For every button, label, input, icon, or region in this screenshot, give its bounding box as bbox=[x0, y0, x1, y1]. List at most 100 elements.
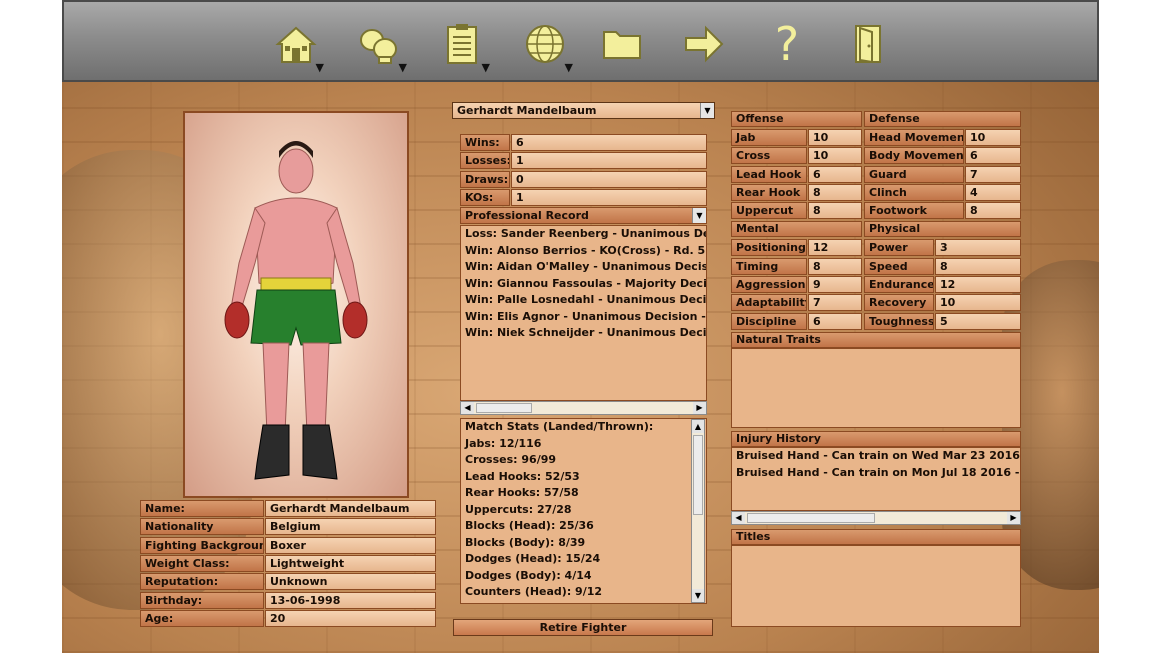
retire-fighter-button[interactable]: Retire Fighter bbox=[453, 619, 713, 636]
scroll-right-icon[interactable]: ▶ bbox=[1007, 512, 1020, 524]
mental-value-aggression: 9 bbox=[808, 276, 862, 293]
list-item: Rear Hooks: 57/58 bbox=[465, 486, 579, 499]
professional-record-hscrollbar[interactable]: ◀ ▶ bbox=[460, 401, 707, 415]
clipboard-icon bbox=[447, 24, 477, 64]
folder-icon bbox=[603, 31, 641, 59]
fighter-figure bbox=[224, 141, 368, 480]
fighter-select[interactable]: Gerhardt Mandelbaum ▼ bbox=[452, 102, 715, 119]
offense-value-uppercut: 8 bbox=[808, 202, 862, 219]
profile-label-weight-class: Weight Class: bbox=[140, 555, 264, 572]
home-icon bbox=[275, 26, 317, 63]
chevron-down-icon: ▼ bbox=[564, 61, 573, 74]
physical-value-recovery: 10 bbox=[935, 294, 1021, 311]
offense-value-cross: 10 bbox=[808, 147, 862, 164]
fighters-button[interactable]: ▼ bbox=[351, 16, 407, 74]
mental-value-adaptability: 7 bbox=[808, 294, 862, 311]
defense-value-footwork: 8 bbox=[965, 202, 1021, 219]
exit-button[interactable] bbox=[840, 16, 896, 72]
record-label-wins: Wins: bbox=[460, 134, 510, 151]
profile-value-birthday: 13-06-1998 bbox=[265, 592, 436, 609]
offense-value-jab: 10 bbox=[808, 129, 862, 146]
home-button[interactable]: ▼ bbox=[268, 16, 324, 74]
physical-label-endurance: Endurance bbox=[864, 276, 934, 293]
scroll-thumb[interactable] bbox=[476, 403, 532, 413]
offense-label-cross: Cross bbox=[731, 147, 807, 164]
scroll-thumb[interactable] bbox=[747, 513, 875, 523]
mental-label-positioning: Positioning bbox=[731, 239, 807, 256]
match-stats-title: Match Stats (Landed/Thrown): bbox=[465, 420, 654, 433]
mental-label-aggression: Aggression bbox=[731, 276, 807, 293]
list-item[interactable]: Bruised Hand - Can train on Mon Jul 18 2… bbox=[732, 465, 1020, 482]
match-stats-list[interactable]: Match Stats (Landed/Thrown): Jabs: 12/11… bbox=[460, 418, 707, 604]
chevron-down-icon: ▼ bbox=[398, 61, 407, 74]
titles-list[interactable] bbox=[731, 545, 1021, 627]
list-item[interactable]: Win: Alonso Berrios - KO(Cross) - Rd. 5(… bbox=[461, 243, 706, 260]
record-value-losses: 1 bbox=[511, 152, 707, 169]
scroll-right-icon[interactable]: ▶ bbox=[693, 402, 706, 414]
world-button[interactable]: ▼ bbox=[517, 16, 573, 74]
scroll-up-icon[interactable]: ▲ bbox=[692, 420, 704, 433]
continue-button[interactable] bbox=[676, 16, 732, 72]
mental-value-timing: 8 bbox=[808, 258, 862, 275]
list-item[interactable]: Loss: Sander Reenberg - Unanimous Decisi… bbox=[461, 226, 706, 243]
list-item[interactable]: Win: Giannou Fassoulas - Majority Decisi… bbox=[461, 276, 706, 293]
help-button[interactable]: ? bbox=[759, 16, 815, 72]
exit-door-icon bbox=[855, 25, 881, 64]
natural-traits-list[interactable] bbox=[731, 348, 1021, 428]
profile-value-weight-class: Lightweight bbox=[265, 555, 436, 572]
record-label-kos: KOs: bbox=[460, 189, 510, 206]
open-folder-button[interactable] bbox=[594, 16, 650, 72]
list-item[interactable]: Bruised Hand - Can train on Wed Mar 23 2… bbox=[732, 448, 1020, 465]
physical-value-endurance: 12 bbox=[935, 276, 1021, 293]
physical-value-power: 3 bbox=[935, 239, 1021, 256]
physical-value-speed: 8 bbox=[935, 258, 1021, 275]
scroll-left-icon[interactable]: ◀ bbox=[461, 402, 474, 414]
physical-value-toughness: 5 bbox=[935, 313, 1021, 330]
defense-header: Defense bbox=[864, 111, 1021, 127]
profile-value-age: 20 bbox=[265, 610, 436, 627]
fighter-portrait bbox=[183, 111, 409, 498]
profile-label-reputation: Reputation: bbox=[140, 573, 264, 590]
professional-record-title: Professional Record bbox=[465, 209, 589, 222]
physical-header: Physical bbox=[864, 221, 1021, 237]
list-item[interactable]: Win: Niek Schneijder - Unanimous Decisio… bbox=[461, 325, 706, 342]
chevron-down-icon[interactable]: ▼ bbox=[692, 208, 706, 223]
scroll-thumb[interactable] bbox=[693, 435, 703, 515]
defense-label-head-movement: Head Movement bbox=[864, 129, 964, 146]
profile-value-name: Gerhardt Mandelbaum bbox=[265, 500, 436, 517]
list-item: Counters (Head): 9/12 bbox=[465, 585, 603, 598]
boxing-gloves-icon bbox=[360, 29, 397, 64]
offense-header: Offense bbox=[731, 111, 862, 127]
defense-value-body-movement: 6 bbox=[965, 147, 1021, 164]
scroll-down-icon[interactable]: ▼ bbox=[692, 589, 704, 602]
defense-value-guard: 7 bbox=[965, 166, 1021, 183]
list-item[interactable]: Win: Elis Agnor - Unanimous Decision - R… bbox=[461, 309, 706, 326]
chevron-down-icon[interactable]: ▼ bbox=[700, 103, 714, 118]
mental-label-discipline: Discipline bbox=[731, 313, 807, 330]
record-label-losses: Losses: bbox=[460, 152, 510, 169]
clipboard-button[interactable]: ▼ bbox=[434, 16, 490, 74]
help-icon: ? bbox=[774, 17, 800, 71]
physical-label-speed: Speed bbox=[864, 258, 934, 275]
titles-header: Titles bbox=[731, 529, 1021, 545]
profile-value-reputation: Unknown bbox=[265, 573, 436, 590]
scroll-left-icon[interactable]: ◀ bbox=[732, 512, 745, 524]
list-item[interactable]: Win: Aidan O'Malley - Unanimous Decision… bbox=[461, 259, 706, 276]
fighter-select-value: Gerhardt Mandelbaum bbox=[457, 104, 597, 117]
physical-label-power: Power bbox=[864, 239, 934, 256]
defense-label-body-movement: Body Movement bbox=[864, 147, 964, 164]
match-stats-vscrollbar[interactable]: ▲ ▼ bbox=[691, 419, 705, 603]
profile-label-nationality: Nationality bbox=[140, 518, 264, 535]
profile-label-name: Name: bbox=[140, 500, 264, 517]
professional-record-select[interactable]: Professional Record ▼ bbox=[460, 207, 707, 224]
defense-value-clinch: 4 bbox=[965, 184, 1021, 201]
globe-icon bbox=[526, 25, 564, 63]
mental-label-timing: Timing bbox=[731, 258, 807, 275]
defense-label-guard: Guard bbox=[864, 166, 964, 183]
professional-record-list[interactable]: Loss: Sander Reenberg - Unanimous Decisi… bbox=[460, 225, 707, 401]
list-item[interactable]: Win: Palle Losnedahl - Unanimous Decisio… bbox=[461, 292, 706, 309]
natural-traits-header: Natural Traits bbox=[731, 332, 1021, 348]
mental-header: Mental bbox=[731, 221, 862, 237]
injury-history-list[interactable]: Bruised Hand - Can train on Wed Mar 23 2… bbox=[731, 447, 1021, 511]
injury-history-hscrollbar[interactable]: ◀ ▶ bbox=[731, 511, 1021, 525]
